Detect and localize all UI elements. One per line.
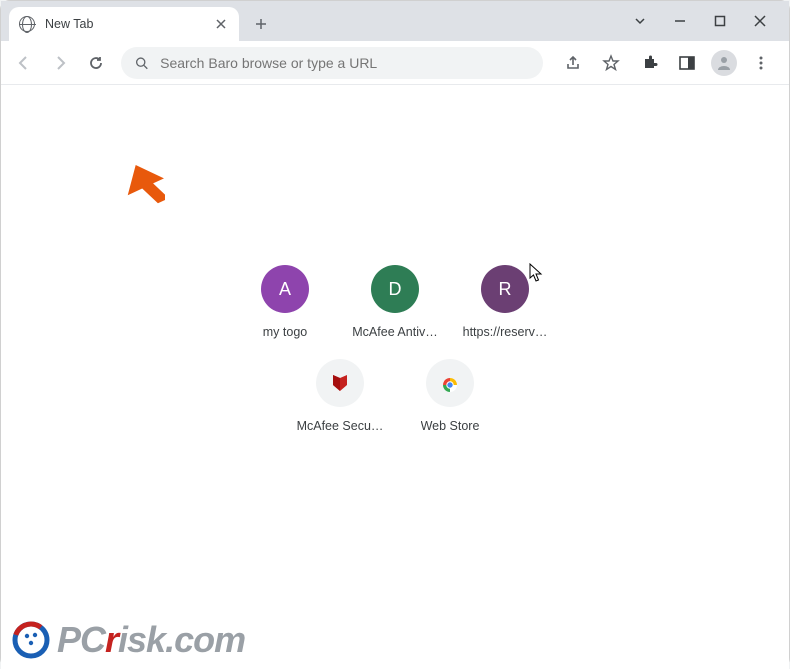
titlebar: New Tab — [1, 1, 789, 41]
omnibox[interactable] — [121, 47, 543, 79]
window-controls — [631, 1, 783, 41]
arrow-left-icon — [15, 54, 33, 72]
toolbar-right — [553, 49, 781, 77]
bookmark-button[interactable] — [597, 49, 625, 77]
shortcut-label: https://reserv… — [463, 325, 548, 339]
shortcut-icon: A — [261, 265, 309, 313]
globe-icon — [19, 16, 35, 32]
share-button[interactable] — [559, 49, 587, 77]
watermark: PCrisk.com — [11, 619, 245, 661]
shortcut-icon — [426, 359, 474, 407]
profile-button[interactable] — [711, 50, 737, 76]
close-window-button[interactable] — [751, 12, 769, 30]
annotation-arrow-icon — [125, 163, 165, 207]
tab-close-button[interactable] — [213, 16, 229, 32]
panel-icon — [678, 54, 696, 72]
star-icon — [602, 54, 620, 72]
chevron-down-icon — [634, 15, 646, 27]
close-icon — [754, 15, 766, 27]
reload-icon — [87, 54, 105, 72]
shortcut-tile[interactable]: McAfee Secu… — [285, 359, 395, 433]
sidepanel-button[interactable] — [673, 49, 701, 77]
maximize-button[interactable] — [711, 12, 729, 30]
shortcut-tile[interactable]: Web Store — [395, 359, 505, 433]
shortcut-icon: D — [371, 265, 419, 313]
watermark-rest: isk.com — [118, 619, 245, 661]
tabs-dropdown-button[interactable] — [631, 12, 649, 30]
person-icon — [715, 54, 733, 72]
arrow-right-icon — [51, 54, 69, 72]
share-icon — [564, 54, 582, 72]
watermark-logo-icon — [11, 620, 51, 660]
new-tab-page: Amy togo D McAfee Antiv… Rhttps://reserv… Mc… — [1, 85, 789, 669]
shortcut-tile[interactable]: D McAfee Antiv… — [340, 265, 450, 339]
shortcut-label: my togo — [263, 325, 307, 339]
shortcut-label: Web Store — [421, 419, 480, 433]
shortcuts-grid: Amy togo D McAfee Antiv… Rhttps://reserv… Mc… — [230, 265, 560, 433]
shortcut-icon: R — [481, 265, 529, 313]
shortcut-label: McAfee Secu… — [297, 419, 384, 433]
forward-button[interactable] — [45, 48, 75, 78]
new-tab-button[interactable] — [247, 10, 275, 38]
toolbar — [1, 41, 789, 85]
maximize-icon — [714, 15, 726, 27]
watermark-pc: PC — [57, 619, 105, 661]
puzzle-icon — [640, 54, 658, 72]
extensions-button[interactable] — [635, 49, 663, 77]
menu-button[interactable] — [747, 49, 775, 77]
address-input[interactable] — [160, 55, 529, 71]
shortcut-tile[interactable]: Rhttps://reserv… — [450, 265, 560, 339]
kebab-icon — [752, 54, 770, 72]
minimize-icon — [674, 15, 686, 27]
shortcut-label: McAfee Antiv… — [352, 325, 437, 339]
shortcut-tile[interactable]: Amy togo — [230, 265, 340, 339]
shortcut-icon — [316, 359, 364, 407]
tab-title: New Tab — [45, 17, 213, 31]
plus-icon — [255, 18, 267, 30]
watermark-r: r — [105, 619, 118, 661]
browser-tab[interactable]: New Tab — [9, 7, 239, 41]
close-icon — [216, 19, 226, 29]
back-button[interactable] — [9, 48, 39, 78]
reload-button[interactable] — [81, 48, 111, 78]
minimize-button[interactable] — [671, 12, 689, 30]
search-icon — [135, 56, 148, 70]
